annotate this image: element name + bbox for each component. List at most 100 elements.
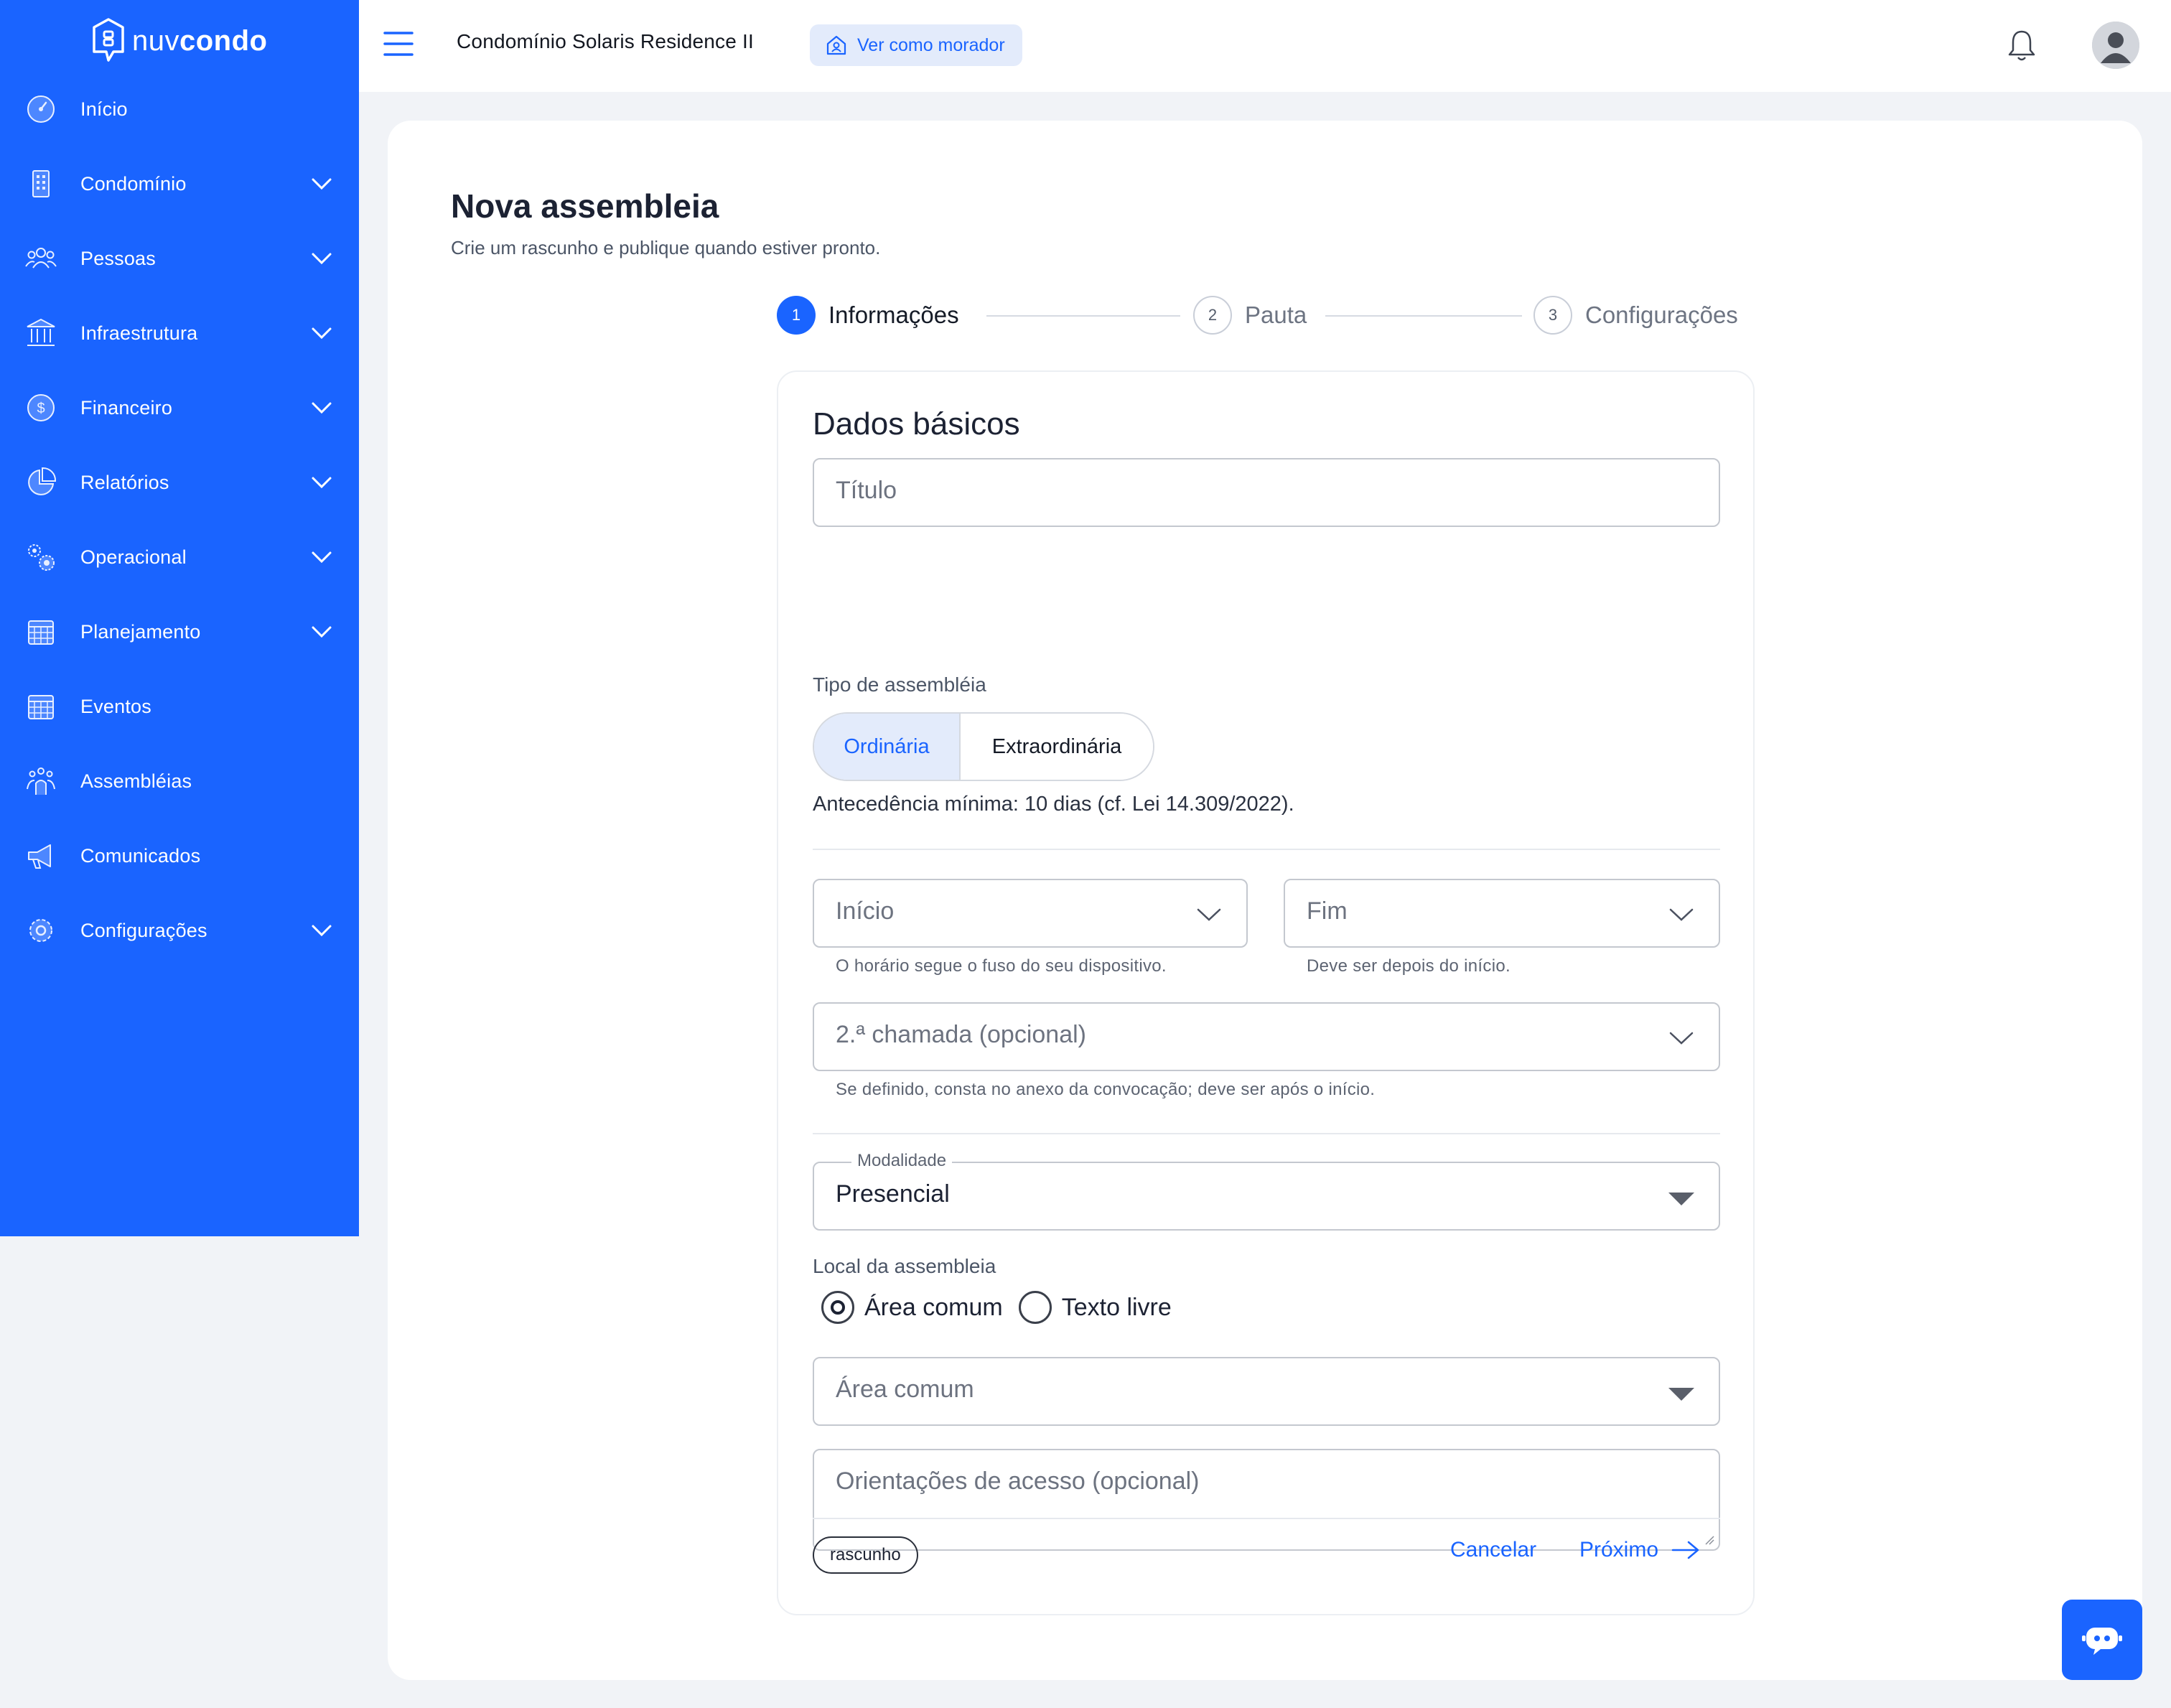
calendar-grid-icon [28,695,54,719]
step-label: Configurações [1585,302,1738,328]
step-label: Pauta [1245,302,1307,328]
sidebar-item-assembleias[interactable]: Assembléias [0,744,359,818]
menu-hamburger-icon[interactable] [383,29,414,59]
home-user-icon [826,35,846,55]
basic-data-form: Dados básicos Título Tipo de assembléia … [777,370,1755,1615]
sidebar-item-operacional[interactable]: Operacional [0,520,359,594]
sidebar-item-label: Financeiro [80,396,173,419]
end-datetime-select[interactable]: Fim [1284,879,1720,948]
next-button[interactable]: Próximo [1579,1538,1700,1562]
radio-checked-icon [821,1291,854,1324]
step-label: Informações [828,302,959,328]
section-title: Dados básicos [813,406,1020,442]
arrow-right-icon [1671,1541,1699,1559]
modality-label: Modalidade [851,1151,953,1171]
brand-logo[interactable]: nuvcondo [90,16,267,66]
sidebar-item-label: Configurações [80,919,207,941]
topbar: Condomínio Solaris Residence II Ver como… [359,0,2171,92]
title-placeholder: Título [836,477,897,504]
chevron-down-icon [312,253,332,265]
radio-area-comum[interactable]: Área comum [821,1291,1003,1324]
radio-label: Área comum [864,1293,1003,1321]
sidebar-item-eventos[interactable]: Eventos [0,669,359,744]
megaphone-icon [28,844,51,869]
step-configuracoes[interactable]: 3 Configurações [1533,296,1738,335]
sidebar-item-comunicados[interactable]: Comunicados [0,818,359,893]
sidebar-item-label: Relatórios [80,471,169,493]
sidebar-item-label: Condomínio [80,172,187,195]
modality-select[interactable]: Modalidade Presencial [813,1151,1720,1231]
radio-unchecked-icon [1018,1291,1052,1324]
sidebar-nav: Início Condomínio Pessoas Infraestrutura… [0,72,359,968]
chevron-down-icon [312,626,332,638]
chevron-down-icon [1197,908,1221,921]
main-content-card: Nova assembleia Crie um rascunho e publi… [388,121,2142,1680]
common-area-placeholder: Área comum [836,1376,974,1403]
pie-chart-icon [28,467,57,495]
common-area-select[interactable]: Área comum [813,1357,1720,1426]
dashboard-gauge-icon [27,95,55,123]
step-number: 1 [777,296,816,335]
dollar-coin-icon: $ [27,394,55,421]
settings-gear-icon [29,919,52,942]
access-instructions-placeholder: Orientações de acesso (opcional) [836,1467,1200,1495]
building-icon [32,170,50,197]
start-datetime-select[interactable]: Início [813,879,1248,948]
resize-handle-icon[interactable] [1703,1534,1714,1545]
sidebar-item-relatorios[interactable]: Relatórios [0,445,359,520]
second-call-helper-text: Se definido, consta no anexo da convocaç… [836,1080,1376,1099]
sidebar-item-label: Infraestrutura [80,322,198,344]
title-input[interactable]: Título [813,458,1720,527]
radio-texto-livre[interactable]: Texto livre [1018,1291,1172,1324]
second-call-placeholder: 2.ª chamada (opcional) [836,1021,1086,1048]
svg-text:$: $ [37,401,45,416]
footer-divider [813,1518,1720,1519]
chevron-down-icon [1669,1032,1694,1045]
sidebar-item-label: Pessoas [80,247,156,269]
sidebar-item-configuracoes[interactable]: Configurações [0,893,359,968]
chevron-down-icon [312,178,332,190]
view-as-resident-button[interactable]: Ver como morador [810,24,1022,66]
sidebar-item-label: Assembléias [80,770,192,792]
section-divider [813,849,1720,850]
cancel-button[interactable]: Cancelar [1450,1538,1536,1562]
chevron-down-icon [1669,908,1694,921]
chat-assistant-button[interactable] [2062,1600,2142,1680]
calendar-icon [28,620,54,645]
sidebar-item-label: Operacional [80,546,187,568]
assembly-type-label: Tipo de assembléia [813,673,986,696]
step-informacoes[interactable]: 1 Informações [777,296,959,335]
gears-icon [28,544,55,571]
assembly-group-icon [27,767,55,795]
view-as-label: Ver como morador [857,34,1005,55]
sidebar-item-pessoas[interactable]: Pessoas [0,221,359,296]
page-title: Nova assembleia [451,187,719,225]
start-helper-text: O horário segue o fuso do seu dispositiv… [836,956,1167,976]
type-extraordinaria-button[interactable]: Extraordinária [959,714,1153,780]
condominium-name[interactable]: Condomínio Solaris Residence II [457,30,754,53]
access-instructions-textarea[interactable]: Orientações de acesso (opcional) [813,1449,1720,1551]
chevron-down-icon [312,402,332,414]
sidebar-item-inicio[interactable]: Início [0,72,359,146]
step-number: 3 [1533,296,1572,335]
location-type-radio-group: Área comum Texto livre [821,1291,1180,1324]
sidebar-item-planejamento[interactable]: Planejamento [0,594,359,669]
sidebar-item-label: Eventos [80,695,151,717]
user-avatar[interactable] [2092,22,2139,69]
wizard-stepper: 1 Informações 2 Pauta 3 Configurações [777,296,1753,336]
step-pauta[interactable]: 2 Pauta [1193,296,1307,335]
sidebar-item-infraestrutura[interactable]: Infraestrutura [0,296,359,370]
sidebar-item-label: Início [80,98,128,120]
chevron-down-icon [312,327,332,340]
type-ordinaria-button[interactable]: Ordinária [814,714,959,780]
sidebar-item-condominio[interactable]: Condomínio [0,146,359,221]
notifications-bell-icon[interactable] [2006,29,2037,63]
chevron-down-icon [312,551,332,564]
second-call-select[interactable]: 2.ª chamada (opcional) [813,1002,1720,1071]
end-helper-text: Deve ser depois do início. [1307,956,1511,976]
end-placeholder: Fim [1307,897,1348,925]
status-badge: rascunho [813,1536,918,1574]
people-icon [25,248,57,269]
sidebar-item-financeiro[interactable]: $ Financeiro [0,370,359,445]
step-connector [986,315,1180,317]
